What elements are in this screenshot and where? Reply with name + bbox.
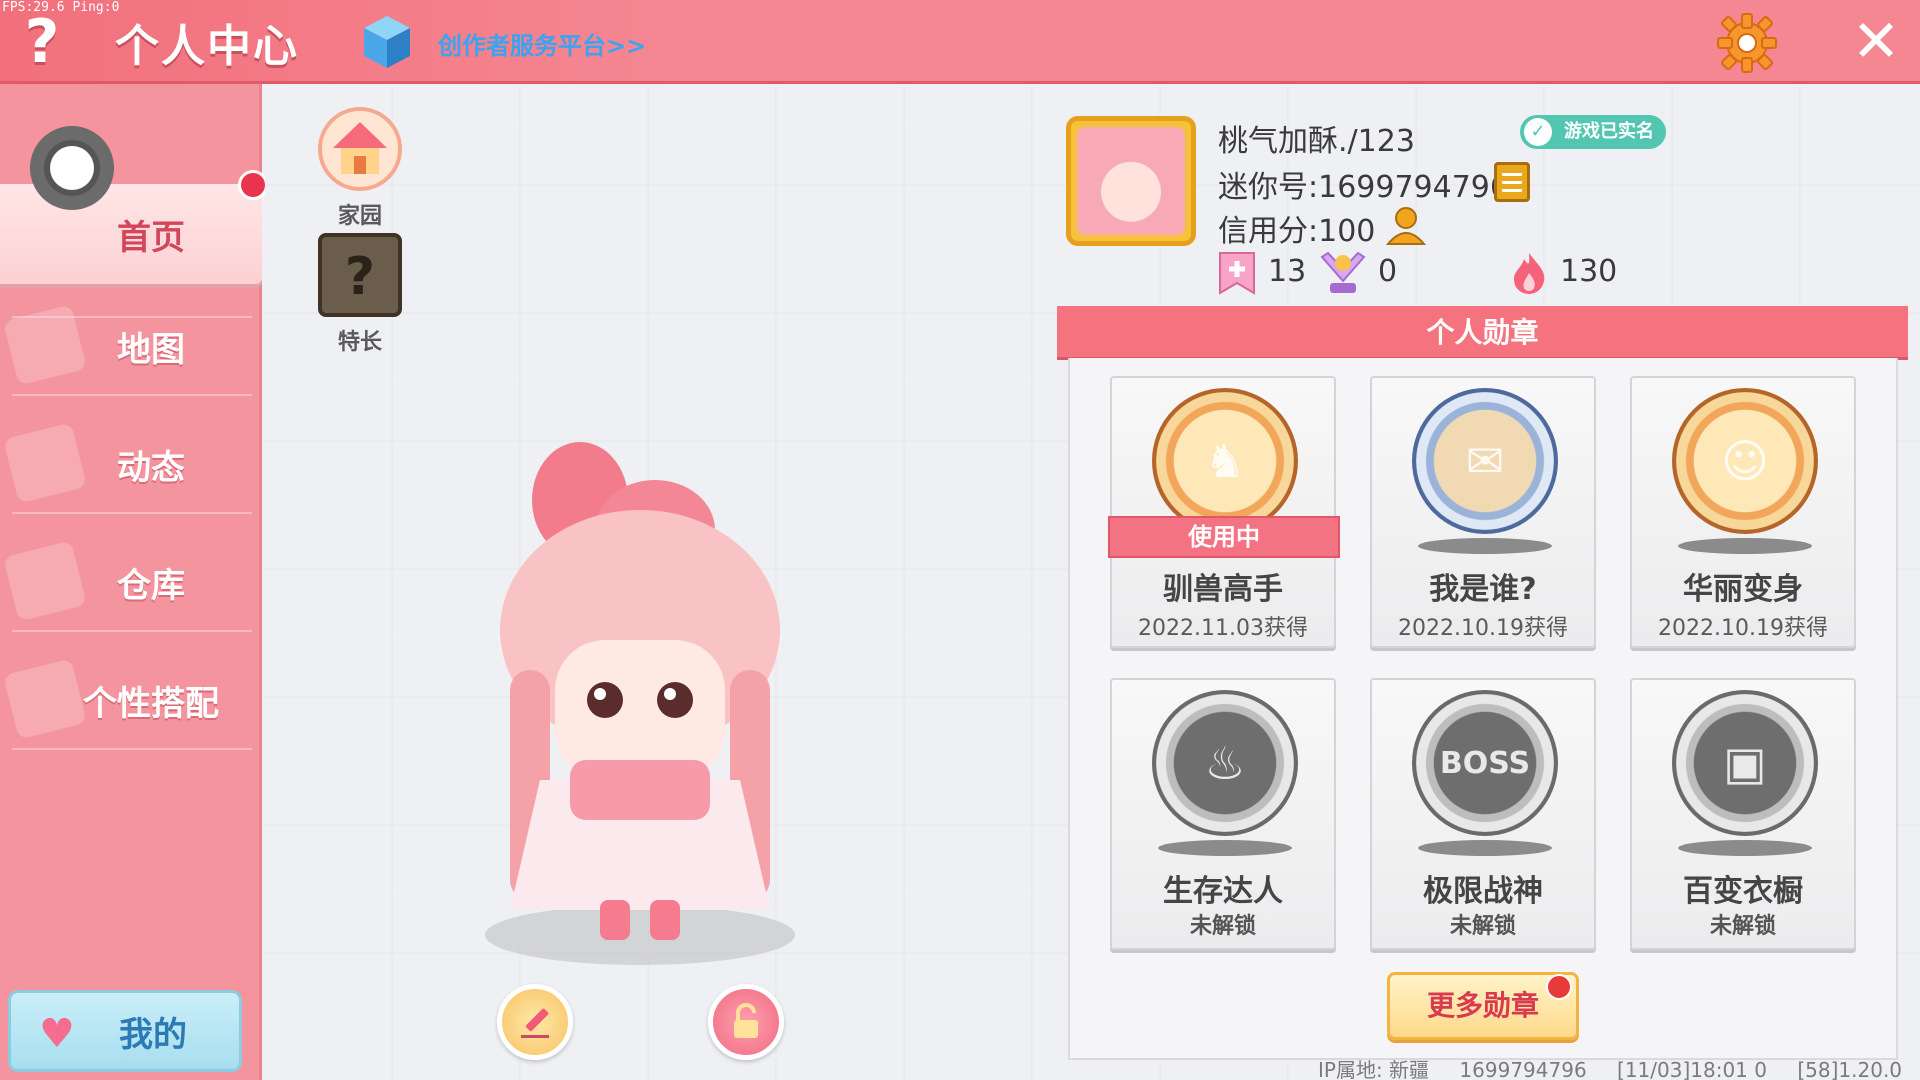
quick-link-label: 特长 xyxy=(337,330,382,355)
close-icon[interactable]: ✕ xyxy=(1848,10,1904,72)
question-box-icon: ? xyxy=(318,233,402,317)
sidebar-item-feed[interactable]: 动态 xyxy=(0,414,262,514)
sidebar-item-label: 动态 xyxy=(117,447,185,488)
medal-status: 未解锁 xyxy=(1189,914,1256,939)
medal-status: 未解锁 xyxy=(1709,914,1776,939)
heart-icon: ♥ xyxy=(39,1011,75,1057)
sidebar-item-storage[interactable]: 仓库 xyxy=(0,532,262,632)
player-avatar-figure[interactable] xyxy=(470,440,810,980)
sidebar-item-label: 仓库 xyxy=(117,565,185,606)
svg-text:?: ? xyxy=(345,247,375,307)
sidebar: 首页 地图 动态 仓库 个性搭配 xyxy=(0,84,262,1080)
copy-icon[interactable] xyxy=(1494,162,1530,202)
mine-label: 我的 xyxy=(119,1014,187,1055)
creator-cube-icon[interactable] xyxy=(362,14,412,70)
medal-card[interactable]: ▣ 百变衣橱 未解锁 xyxy=(1630,678,1856,950)
in-use-badge: 使用中 xyxy=(1108,516,1340,558)
medal-date: 2022.10.19获得 xyxy=(1398,616,1568,641)
horse-rider-icon: ♞ xyxy=(1152,388,1298,534)
warehouse-icon xyxy=(3,540,87,622)
medal-card[interactable]: BOSS 极限战神 未解锁 xyxy=(1370,678,1596,950)
footer-uid: 1699794796 xyxy=(1459,1058,1587,1080)
stat-likes: 13 xyxy=(1216,250,1306,295)
page-title: 个人中心 xyxy=(115,21,299,72)
medals-title: 个人勋章 xyxy=(1057,306,1908,360)
unlock-button[interactable] xyxy=(708,984,784,1060)
mine-button[interactable]: ♥ 我的 xyxy=(8,990,242,1072)
mini-id: 迷你号:1699794796 xyxy=(1218,170,1509,205)
wardrobe-icon: ▣ xyxy=(1672,690,1818,836)
medal-name: 生存达人 xyxy=(1163,874,1283,909)
divider xyxy=(12,748,252,750)
notification-dot xyxy=(238,170,268,200)
notification-dot xyxy=(1546,974,1572,1000)
footer-timestamp: [11/03]18:01 0 xyxy=(1617,1058,1767,1080)
trophy-cup-icon xyxy=(1320,251,1366,293)
medal-name: 华丽变身 xyxy=(1683,572,1803,607)
credit-person-icon[interactable] xyxy=(1384,204,1428,248)
top-bar: FPS:29.6 Ping:0 ? 个人中心 创作者服务平台>> ✕ xyxy=(0,0,1920,84)
medal-card[interactable]: ♞ 使用中 驯兽高手 2022.11.03获得 xyxy=(1108,376,1340,648)
quick-link-talent[interactable]: ? 特长 xyxy=(315,232,405,356)
divider xyxy=(12,512,252,514)
campfire-icon: ♨ xyxy=(1152,690,1298,836)
quick-link-home[interactable]: 家园 xyxy=(315,106,405,230)
sidebar-item-label: 个性搭配 xyxy=(83,683,219,724)
footer-version: [58]1.20.0 xyxy=(1797,1058,1903,1080)
medal-card[interactable]: ♨ 生存达人 未解锁 xyxy=(1110,678,1336,950)
credit-score: 信用分:100 xyxy=(1218,214,1376,249)
stat-trophy: 0 xyxy=(1318,250,1397,294)
quick-link-label: 家园 xyxy=(337,204,382,229)
envelope-icon: ✉ xyxy=(1412,388,1558,534)
player-name: 桃气加酥./123 xyxy=(1218,124,1415,159)
medal-status: 未解锁 xyxy=(1449,914,1516,939)
house-icon xyxy=(318,107,402,191)
medal-card[interactable]: ☺ 华丽变身 2022.10.19获得 xyxy=(1630,376,1856,648)
map-icon xyxy=(3,304,87,386)
medal-name: 极限战神 xyxy=(1423,874,1543,909)
stat-flame: 130 xyxy=(1508,250,1617,294)
creator-platform-link[interactable]: 创作者服务平台>> xyxy=(438,26,646,61)
user-check-icon: ✓ xyxy=(1524,118,1552,146)
settings-gear-icon[interactable] xyxy=(1716,12,1778,74)
flame-icon xyxy=(1514,252,1545,294)
bell-icon xyxy=(3,422,87,504)
floating-toggle-button[interactable] xyxy=(30,126,114,210)
sidebar-item-style[interactable]: 个性搭配 xyxy=(0,650,262,750)
medal-name: 我是谁? xyxy=(1429,572,1537,607)
dino-costume-icon: ☺ xyxy=(1672,388,1818,534)
help-icon[interactable]: ? xyxy=(14,8,70,76)
bookmark-plus-icon xyxy=(1219,251,1255,295)
medal-name: 百变衣橱 xyxy=(1683,874,1803,909)
sidebar-item-map[interactable]: 地图 xyxy=(0,296,262,396)
divider xyxy=(12,394,252,396)
verified-badge: ✓ 游戏已实名 xyxy=(1520,115,1666,149)
medal-name: 驯兽高手 xyxy=(1163,572,1283,607)
medal-date: 2022.11.03获得 xyxy=(1138,616,1308,641)
medal-date: 2022.10.19获得 xyxy=(1658,616,1828,641)
boss-sword-icon: BOSS xyxy=(1412,690,1558,836)
pencil-icon xyxy=(521,1008,549,1038)
ip-location: IP属地: 新疆 xyxy=(1318,1058,1430,1080)
footer-info: IP属地: 新疆 1699794796 [11/03]18:01 0 [58]1… xyxy=(1318,1054,1920,1080)
avatar[interactable] xyxy=(1066,116,1196,246)
edit-pencil-button[interactable] xyxy=(497,984,573,1060)
sidebar-item-home[interactable]: 首页 xyxy=(0,184,262,284)
sidebar-item-label: 地图 xyxy=(117,329,185,370)
lock-open-icon xyxy=(734,1003,758,1038)
outfit-icon xyxy=(3,658,87,740)
medal-card[interactable]: ✉ 我是谁? 2022.10.19获得 xyxy=(1370,376,1596,648)
divider xyxy=(12,630,252,632)
sidebar-item-label: 首页 xyxy=(117,217,185,258)
